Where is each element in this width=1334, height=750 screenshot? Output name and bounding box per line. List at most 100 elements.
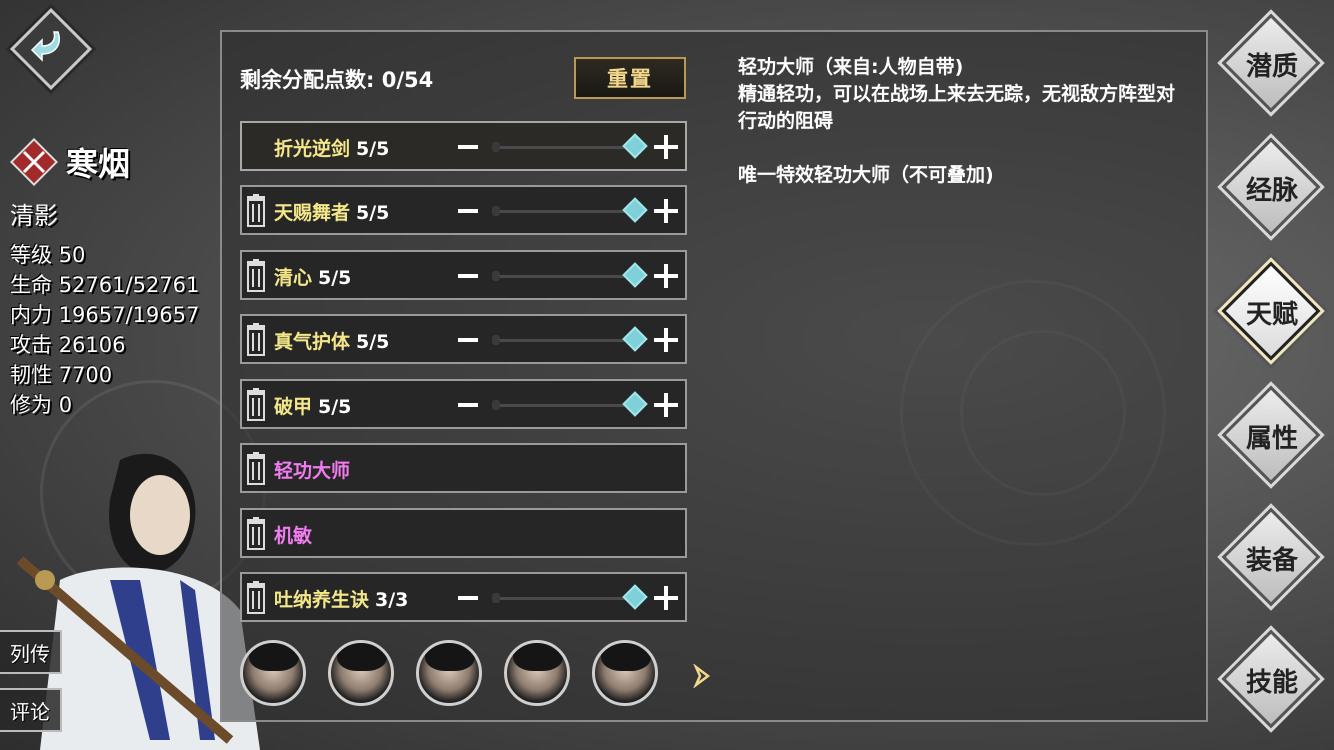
comments-tab[interactable]: 评论 [0,688,62,732]
back-arrow-icon [30,31,60,62]
reset-button-label: 重置 [607,67,653,91]
biography-tab-label: 列传 [10,641,50,666]
level-slider-handle[interactable] [622,262,648,288]
plus-icon[interactable] [652,391,680,419]
trash-icon[interactable] [244,517,268,551]
remaining-points: 剩余分配点数: 0/54 [240,68,434,92]
side-menu-tab[interactable]: 经脉 [1221,137,1322,238]
character-stats: 等级 50 生命 52761/52761 内力 19657/19657 攻击 2… [10,240,199,420]
talent-row[interactable]: 折光逆剑 5/5 [240,121,687,171]
plus-icon[interactable] [652,326,680,354]
tab-label: 属性 [1245,423,1298,454]
character-name: 寒烟 [66,145,131,183]
level-slider-track[interactable] [494,146,634,149]
level-slider-track[interactable] [494,404,634,407]
talent-name: 清心 5/5 [274,267,352,289]
talent-row[interactable]: 轻功大师 [240,443,687,493]
companion-avatar[interactable] [416,640,482,706]
talent-level: 5/5 [356,202,390,224]
character-title: 清影 [10,202,58,230]
stat-level: 等级 50 [10,243,86,267]
stat-mp: 内力 19657/19657 [10,303,200,327]
talent-name: 机敏 [274,525,313,547]
companion-avatar[interactable] [328,640,394,706]
trash-icon[interactable] [244,581,268,615]
description-effect: 唯一特效轻功大师（不可叠加) [738,164,994,186]
plus-icon[interactable] [652,197,680,225]
level-slider-handle[interactable] [622,584,648,610]
level-slider-track[interactable] [494,275,634,278]
tab-label: 天赋 [1245,299,1298,330]
talent-level: 5/5 [318,396,352,418]
tab-label: 潜质 [1245,51,1298,82]
stat-toughness: 韧性 7700 [10,363,113,387]
tab-label: 技能 [1245,667,1298,698]
level-slider-start [492,142,500,152]
companion-avatar[interactable] [592,640,658,706]
talent-row[interactable]: 天赐舞者 5/5 [240,185,687,235]
talent-name: 真气护体 5/5 [274,331,390,353]
talent-name: 轻功大师 [274,460,351,482]
talent-name: 吐纳养生诀 3/3 [274,589,409,611]
talent-name: 破甲 5/5 [274,396,352,418]
trash-icon[interactable] [244,323,268,357]
talent-name: 折光逆剑 5/5 [274,138,390,160]
description-title: 轻功大师（来自:人物自带) [738,56,964,78]
talent-level: 5/5 [356,138,390,160]
plus-icon[interactable] [652,584,680,612]
tab-label: 装备 [1245,545,1298,576]
level-slider-start [492,593,500,603]
talent-row[interactable]: 真气护体 5/5 [240,314,687,364]
talent-row[interactable]: 吐纳养生诀 3/3 [240,572,687,622]
trash-icon[interactable] [244,194,268,228]
side-menu-tab[interactable]: 潜质 [1221,13,1322,114]
talent-row[interactable]: 破甲 5/5 [240,379,687,429]
chevron-right-icon[interactable] [690,664,714,688]
minus-icon[interactable] [456,264,480,288]
level-slider-track[interactable] [494,339,634,342]
biography-tab[interactable]: 列传 [0,630,62,674]
talent-name: 天赐舞者 5/5 [274,202,390,224]
talent-level: 3/3 [375,589,409,611]
companion-avatar[interactable] [240,640,306,706]
companion-avatar[interactable] [504,640,570,706]
minus-icon[interactable] [456,393,480,417]
plus-icon[interactable] [652,133,680,161]
level-slider-track[interactable] [494,210,634,213]
minus-icon[interactable] [456,328,480,352]
level-slider-start [492,271,500,281]
minus-icon[interactable] [456,586,480,610]
level-slider-start [492,206,500,216]
side-menu-tab[interactable]: 技能 [1221,629,1322,730]
level-slider-handle[interactable] [622,133,648,159]
level-slider-start [492,400,500,410]
level-slider-handle[interactable] [622,391,648,417]
talent-row[interactable]: 机敏 [240,508,687,558]
trash-icon[interactable] [244,259,268,293]
minus-icon[interactable] [456,135,480,159]
tab-label: 经脉 [1245,175,1298,206]
talent-row[interactable]: 清心 5/5 [240,250,687,300]
description-body: 精通轻功，可以在战场上来去无踪，无视敌方阵型对行动的阻碍 [738,83,1176,132]
side-menu-tab[interactable]: 属性 [1221,385,1322,486]
stat-hp: 生命 52761/52761 [10,273,200,297]
companion-list [240,640,658,706]
back-button[interactable] [9,7,93,91]
reset-button[interactable]: 重置 [574,57,686,99]
stat-cultivation: 修为 0 [10,393,73,417]
character-header: 寒烟 [10,138,130,186]
trash-icon[interactable] [244,388,268,422]
crossed-swords-icon [10,138,58,186]
comments-tab-label: 评论 [10,699,50,724]
side-menu-tab[interactable]: 天赋 [1221,261,1322,362]
talent-level: 5/5 [356,331,390,353]
level-slider-handle[interactable] [622,197,648,223]
trash-icon[interactable] [244,452,268,486]
level-slider-track[interactable] [494,597,634,600]
talent-level: 5/5 [318,267,352,289]
minus-icon[interactable] [456,199,480,223]
stat-attack: 攻击 26106 [10,333,126,357]
plus-icon[interactable] [652,262,680,290]
level-slider-handle[interactable] [622,326,648,352]
side-menu-tab[interactable]: 装备 [1221,507,1322,608]
